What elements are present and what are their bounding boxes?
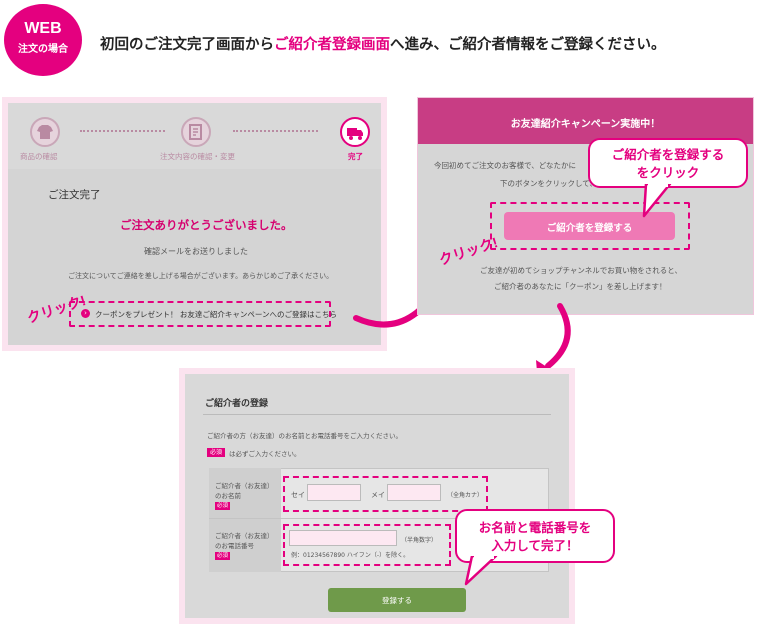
step-connector-2 xyxy=(233,130,318,132)
step-label-2: 注文内容の確認・変更 xyxy=(160,152,235,161)
phone-input[interactable] xyxy=(289,530,397,546)
phone-required-badge: 必須 xyxy=(215,552,231,560)
phone-hint: （半角数字） xyxy=(401,537,438,544)
name-fields-highlight: セイ メイ （全角カナ） xyxy=(283,476,488,512)
web-order-badge: WEB 注文の場合 xyxy=(4,4,82,76)
headline-part1: 初回のご注文完了画面から xyxy=(100,37,274,53)
thanks-message: ご注文ありがとうございました。 xyxy=(120,218,293,232)
callout-input-complete: お名前と電話番号を 入力して完了！ xyxy=(455,509,615,563)
campaign-text-4: ご紹介者のあなたに「クーポン」を差し上げます！ xyxy=(494,282,667,291)
headline-highlight: ご紹介者登録画面 xyxy=(274,37,390,53)
order-complete-title: ご注文完了 xyxy=(48,189,101,201)
callout1-line1: ご紹介者を登録する xyxy=(611,147,725,162)
required-badge: 必須 xyxy=(207,448,226,457)
badge-title: WEB xyxy=(24,20,62,37)
step-connector-1 xyxy=(80,130,165,132)
coupon-campaign-link[interactable]: クーポンをプレゼント！ お友達ご紹介キャンペーンへのご登録はこちら xyxy=(95,309,337,320)
phone-label-line2: のお電話番号 xyxy=(215,542,254,550)
headline-part2: へ進み、ご紹介者情報をご登録ください。 xyxy=(390,37,666,53)
sei-input[interactable] xyxy=(307,484,361,501)
order-complete-frame: 商品の確認 注文内容の確認・変更 完了 ご注文完了 ご注文ありがとうございました… xyxy=(2,97,387,351)
callout2-line2: 入力して完了！ xyxy=(491,538,579,553)
campaign-text-2: 下のボタンをクリックして、 xyxy=(500,179,597,188)
required-note: は必ずご入力ください。 xyxy=(229,450,301,458)
callout1-pointer xyxy=(642,184,672,218)
campaign-text-3: ご友達が初めてショップチャンネルでお買い物をされると、 xyxy=(480,266,682,275)
registration-screen: ご紹介者の登録 ご紹介者の方（お友達）のお名前とお電話番号をご入力ください。 必… xyxy=(185,374,569,618)
phone-label-line1: ご紹介者（お友達） xyxy=(215,532,274,540)
callout2-line1: お名前と電話番号を xyxy=(478,520,592,535)
phone-field-highlight: （半角数字） 例：01234567890 ハイフン（-）を除く。 xyxy=(283,524,451,566)
registration-title: ご紹介者の登録 xyxy=(205,399,269,409)
submit-button[interactable]: 登録する xyxy=(328,588,466,612)
step-product-icon xyxy=(30,117,60,147)
sei-label: セイ xyxy=(291,491,305,499)
campaign-screen: お友達紹介キャンペーン実施中！ 今回初めてご注文のお客様で、どなたかに 下のボタ… xyxy=(417,97,754,315)
name-label-line2: のお名前 xyxy=(215,492,241,500)
register-referrer-button-label: ご紹介者を登録する xyxy=(546,223,633,234)
order-complete-screen: 商品の確認 注文内容の確認・変更 完了 ご注文完了 ご注文ありがとうございました… xyxy=(8,103,381,345)
mei-input[interactable] xyxy=(387,484,441,501)
title-divider xyxy=(203,414,551,415)
name-label-line1: ご紹介者（お友達） xyxy=(215,482,274,490)
callout-click-register: ご紹介者を登録する をクリック xyxy=(588,138,748,188)
mei-label: メイ xyxy=(371,491,385,499)
phone-example: 例：01234567890 ハイフン（-）を除く。 xyxy=(291,552,410,559)
submit-button-label: 登録する xyxy=(382,596,412,605)
contact-notice: ご注文についてご連絡を差し上げる場合がございます。あらかじめご了承ください。 xyxy=(68,272,334,280)
registration-intro: ご紹介者の方（お友達）のお名前とお電話番号をご入力ください。 xyxy=(207,432,402,440)
callout2-pointer xyxy=(464,556,498,586)
callout1-line2: をクリック xyxy=(636,165,700,180)
registration-frame: ご紹介者の登録 ご紹介者の方（お友達）のお名前とお電話番号をご入力ください。 必… xyxy=(179,368,575,624)
campaign-text-1: 今回初めてご注文のお客様で、どなたかに xyxy=(434,161,577,170)
step-edit-icon xyxy=(181,117,211,147)
step-label-1: 商品の確認 xyxy=(20,152,58,161)
step-label-3: 完了 xyxy=(348,152,363,161)
mail-sent-message: 確認メールをお送りしました xyxy=(144,247,248,256)
name-required-badge: 必須 xyxy=(215,502,231,510)
badge-subtitle: 注文の場合 xyxy=(18,44,68,55)
name-hint: （全角カナ） xyxy=(447,492,484,499)
coupon-link-highlight: › クーポンをプレゼント！ お友達ご紹介キャンペーンへのご登録はこちら xyxy=(69,301,337,327)
instruction-headline: 初回のご注文完了画面からご紹介者登録画面へ進み、ご紹介者情報をご登録ください。 xyxy=(100,33,666,54)
campaign-header-title: お友達紹介キャンペーン実施中！ xyxy=(510,119,661,130)
step-complete-truck-icon xyxy=(340,117,370,147)
